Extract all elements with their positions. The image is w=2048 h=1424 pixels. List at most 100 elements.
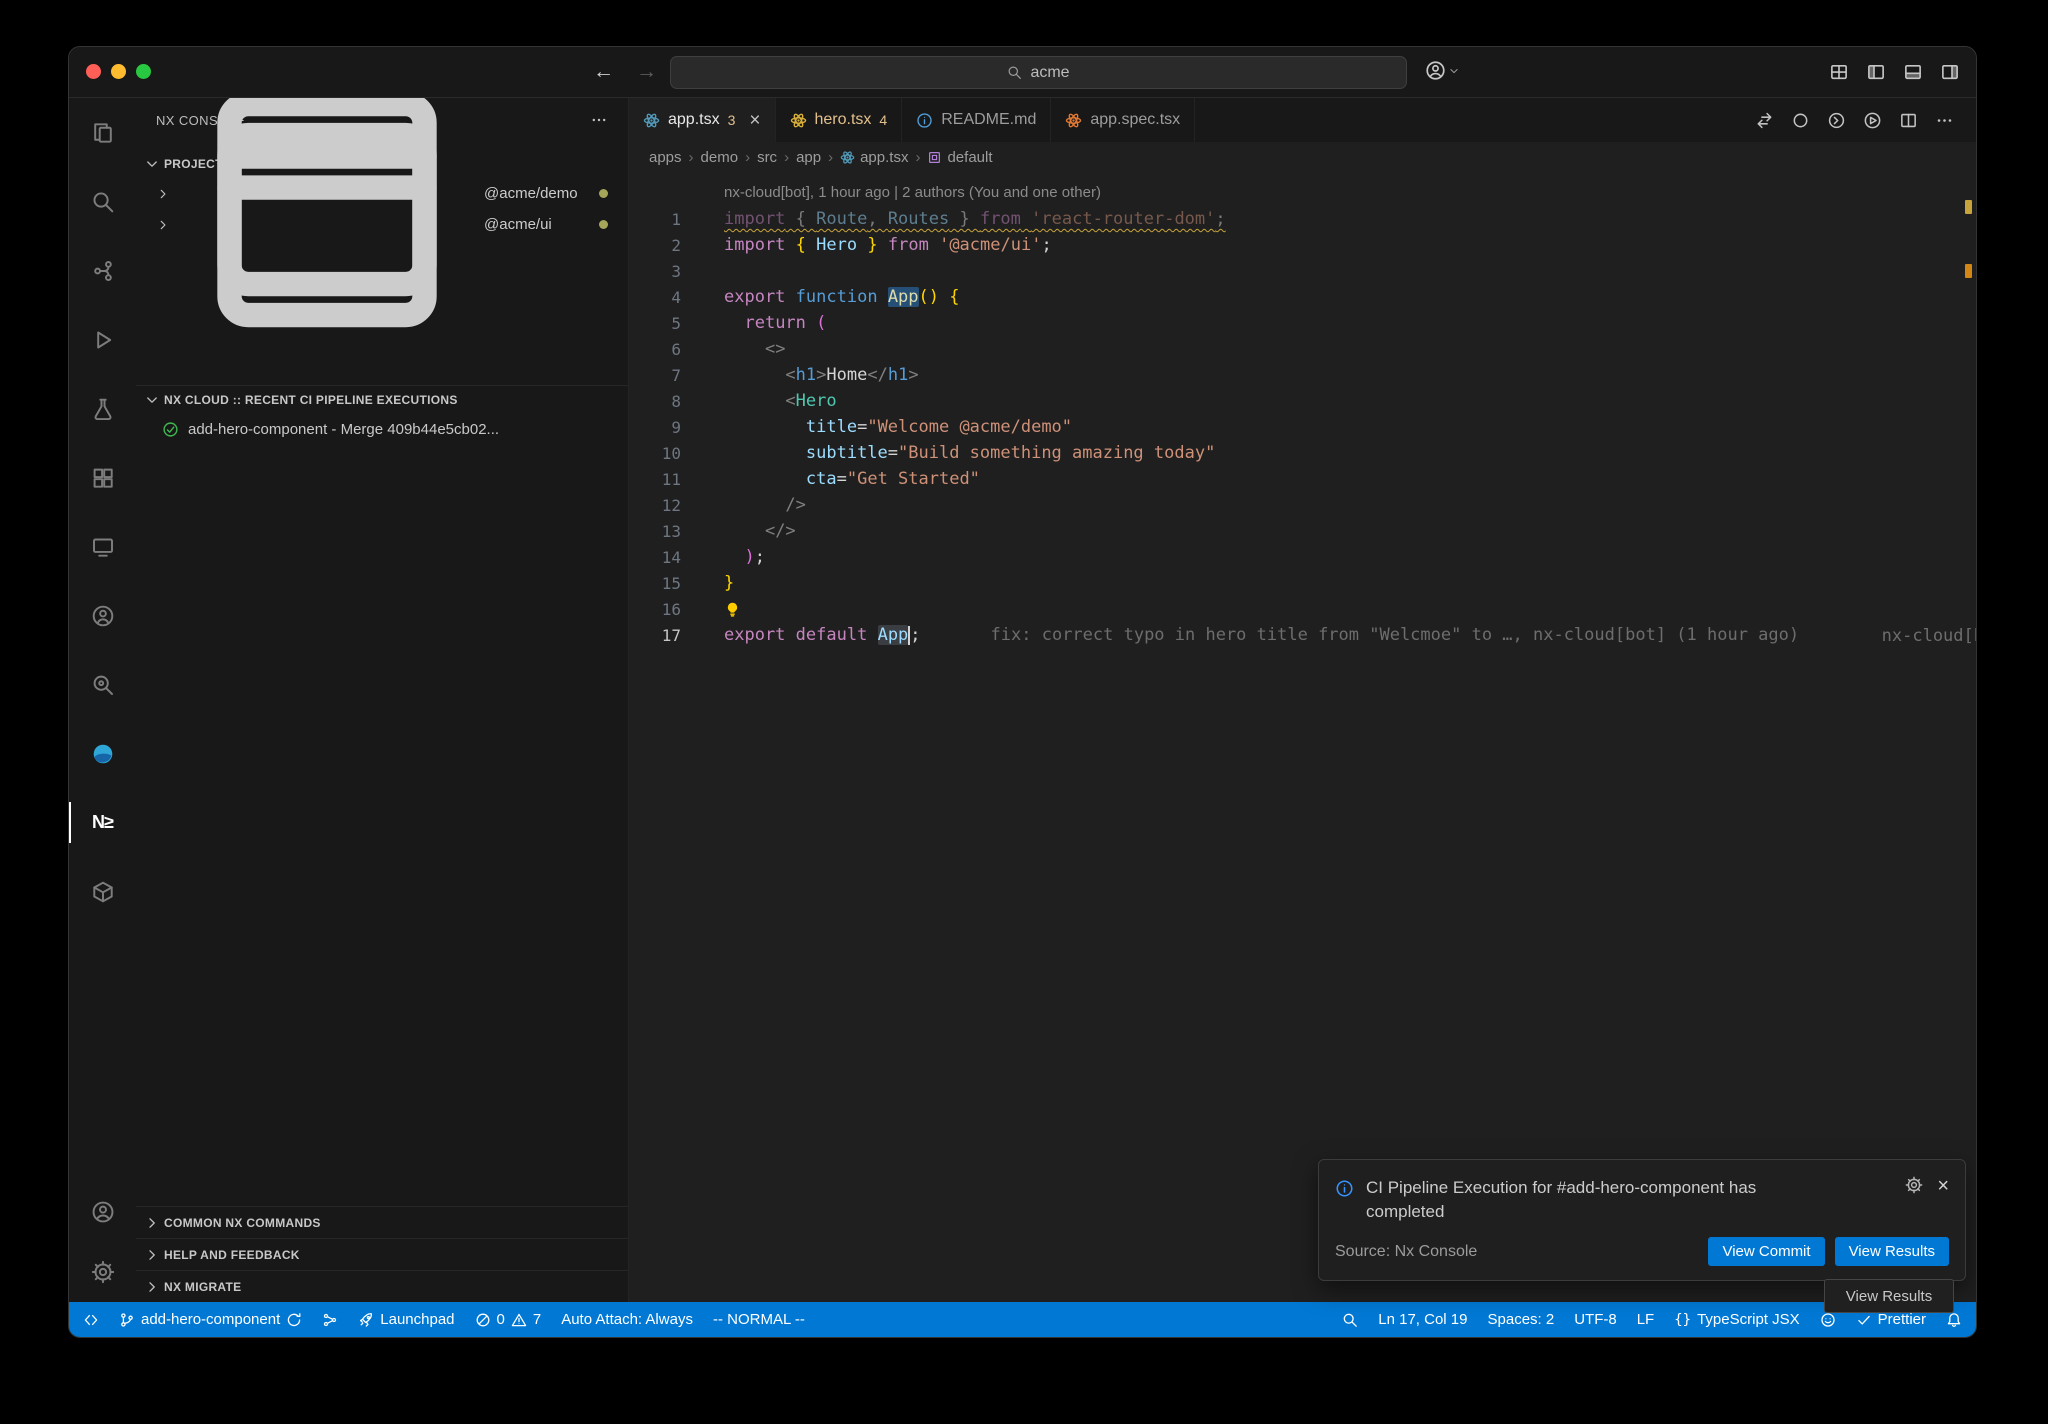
status-auto-attach[interactable]: Auto Attach: Always — [561, 1311, 693, 1328]
tab-README.md[interactable]: README.md — [902, 98, 1051, 142]
sync-icon — [286, 1312, 302, 1328]
run-file-icon[interactable] — [1863, 111, 1882, 130]
line-number: 9 — [629, 418, 681, 437]
activity-gitlens-inspect[interactable] — [69, 650, 136, 719]
status-eol[interactable]: LF — [1637, 1311, 1655, 1328]
back-button[interactable]: ← — [593, 60, 614, 84]
lightbulb-icon — [724, 601, 741, 618]
status-encoding[interactable]: UTF-8 — [1574, 1311, 1617, 1328]
remote-indicator-icon — [83, 1312, 99, 1328]
activity-settings[interactable] — [69, 1242, 136, 1302]
sidebar-section-nx-migrate[interactable]: NX MIGRATE — [136, 1270, 628, 1302]
activity-search[interactable] — [69, 167, 136, 236]
status-indentation[interactable]: Spaces: 2 — [1488, 1311, 1555, 1328]
activity-nx-cloud[interactable] — [69, 857, 136, 926]
forward-button[interactable]: → — [636, 60, 657, 84]
tab-label: app.tsx — [668, 111, 720, 129]
status-language-mode[interactable]: {}TypeScript JSX — [1674, 1311, 1799, 1328]
status-formatter[interactable]: Prettier — [1856, 1311, 1926, 1328]
more-actions-icon[interactable] — [590, 111, 608, 129]
close-window-button[interactable] — [86, 64, 101, 79]
line-number: 7 — [629, 366, 681, 385]
command-center-search[interactable]: acme — [670, 56, 1407, 89]
activity-bar: N≥ — [69, 98, 136, 1302]
lightbulb-icon[interactable] — [724, 599, 741, 619]
breadcrumb-item-apps[interactable]: apps — [649, 149, 682, 166]
activity-accounts[interactable] — [69, 1182, 136, 1242]
code-line-14: 14 ); — [629, 544, 1976, 570]
status-cursor-position[interactable]: Ln 17, Col 19 — [1378, 1311, 1467, 1328]
status-commit-graph[interactable] — [322, 1312, 338, 1328]
code-editor[interactable]: nx-cloud[bot], 1 hour ago | 2 authors (Y… — [629, 172, 1976, 1302]
code-line-7: 7 <h1>Home</h1> — [629, 362, 1976, 388]
nx-cloud-section-header[interactable]: NX CLOUD :: RECENT CI PIPELINE EXECUTION… — [136, 386, 628, 414]
gear-icon[interactable] — [1905, 1176, 1923, 1194]
more-actions-icon[interactable] — [1935, 111, 1954, 130]
open-changes-icon[interactable] — [1755, 111, 1774, 130]
activity-remote-explorer[interactable] — [69, 512, 136, 581]
breadcrumb-item-default[interactable]: default — [927, 149, 992, 166]
tab-app.spec.tsx[interactable]: app.spec.tsx — [1051, 98, 1195, 142]
toggle-panel-icon[interactable] — [1903, 62, 1923, 82]
code-line-11: 11 cta="Get Started" — [629, 466, 1976, 492]
view-commit-button[interactable]: View Commit — [1708, 1237, 1824, 1266]
project-name: @acme/demo — [484, 185, 578, 202]
activity-testing[interactable] — [69, 374, 136, 443]
overview-ruler-warning-mark — [1965, 200, 1972, 214]
breadcrumb-item-src[interactable]: src — [757, 149, 777, 166]
breadcrumb-item-demo[interactable]: demo — [701, 149, 739, 166]
notification-message: CI Pipeline Execution for #add-hero-comp… — [1366, 1176, 1796, 1225]
split-editor-icon[interactable] — [1899, 111, 1918, 130]
status-feedback[interactable] — [1820, 1312, 1836, 1328]
chevron-right-icon — [144, 1247, 160, 1263]
activity-live-share[interactable] — [69, 581, 136, 650]
status-vim-mode[interactable]: -- NORMAL -- — [713, 1311, 805, 1328]
pipeline-execution-item[interactable]: add-hero-component - Merge 409b44e5cb02.… — [136, 414, 628, 445]
status-problems[interactable]: 07 — [475, 1311, 542, 1328]
toggle-sidebar-left-icon[interactable] — [1866, 62, 1886, 82]
maximize-window-button[interactable] — [136, 64, 151, 79]
close-icon[interactable]: × — [1937, 1176, 1949, 1196]
status-remote-indicator[interactable] — [83, 1312, 99, 1328]
status-branch-status[interactable]: add-hero-component — [119, 1311, 302, 1328]
profile-button[interactable] — [1425, 60, 1460, 81]
tab-label: README.md — [941, 111, 1036, 129]
minimize-window-button[interactable] — [111, 64, 126, 79]
gitlens-circle-icon[interactable] — [1791, 111, 1810, 130]
code-line-8: 8 <Hero — [629, 388, 1976, 414]
remote-explorer-icon — [91, 535, 115, 559]
explorer-icon — [91, 121, 115, 145]
code-line-10: 10 subtitle="Build something amazing tod… — [629, 440, 1976, 466]
breadcrumb-item-app.tsx[interactable]: app.tsx — [840, 149, 908, 166]
activity-browser-tools[interactable] — [69, 719, 136, 788]
close-icon[interactable]: × — [749, 111, 760, 130]
gitlens-graph-icon[interactable] — [1827, 111, 1846, 130]
tab-app.tsx[interactable]: app.tsx3× — [629, 98, 776, 142]
activity-source-control[interactable] — [69, 236, 136, 305]
status-launchpad[interactable]: Launchpad — [358, 1311, 454, 1328]
testing-icon — [91, 397, 115, 421]
activity-extensions[interactable] — [69, 443, 136, 512]
sidebar-section-help-and-feedback[interactable]: HELP AND FEEDBACK — [136, 1238, 628, 1270]
tab-problems-badge: 4 — [879, 112, 887, 128]
activity-explorer[interactable] — [69, 98, 136, 167]
source-control-icon — [91, 259, 115, 283]
status-notifications-bell[interactable] — [1946, 1312, 1962, 1328]
branch-icon — [119, 1312, 135, 1328]
view-results-button[interactable]: View Results — [1835, 1237, 1949, 1266]
readme-info-icon — [916, 112, 933, 129]
status-zoom-indicator[interactable] — [1342, 1312, 1358, 1328]
sidebar-section-common-nx-commands[interactable]: COMMON NX COMMANDS — [136, 1206, 628, 1238]
breadcrumb-separator: › — [745, 149, 750, 166]
view-results-tooltip: View Results — [1824, 1279, 1954, 1313]
titlebar: ← → acme — [69, 47, 1976, 98]
activity-nx-console[interactable]: N≥ — [69, 788, 136, 857]
activity-run-and-debug[interactable] — [69, 305, 136, 374]
toggle-sidebar-right-icon[interactable] — [1940, 62, 1960, 82]
tab-hero.tsx[interactable]: hero.tsx 4 — [776, 98, 903, 142]
chevron-right-icon — [156, 218, 170, 232]
tab-label: hero.tsx — [815, 111, 872, 129]
customize-layout-icon[interactable] — [1829, 62, 1849, 82]
project-item-@acme/ui[interactable]: @acme/ui — [136, 209, 628, 240]
breadcrumb-item-app[interactable]: app — [796, 149, 821, 166]
